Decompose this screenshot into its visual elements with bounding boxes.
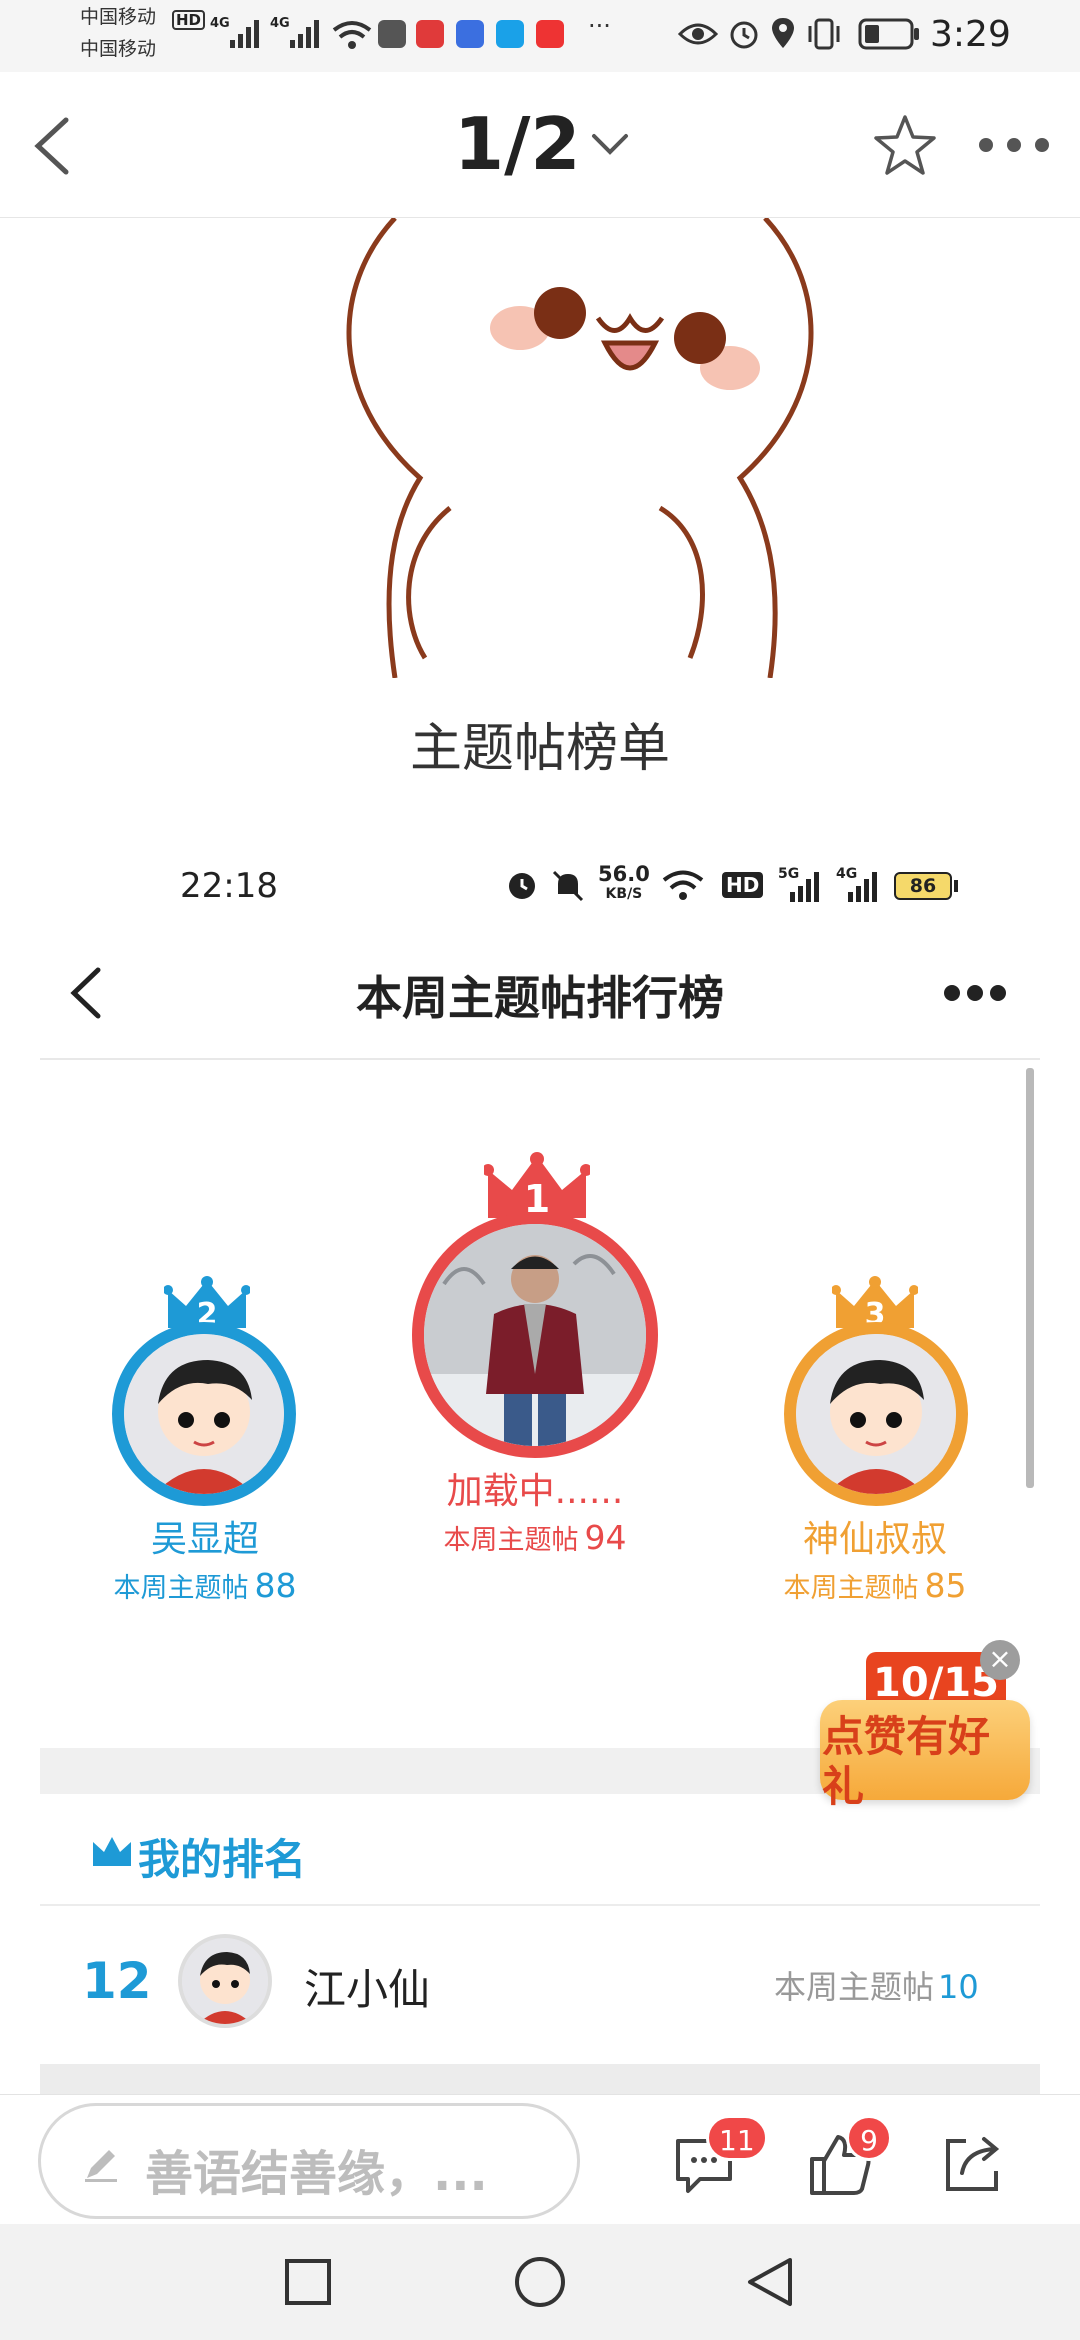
inner-signal-icon-1 xyxy=(790,872,819,902)
avatar-rank-2[interactable] xyxy=(112,1322,296,1506)
cartoon-face-illustration xyxy=(346,218,814,678)
qq-app-icon xyxy=(456,20,484,48)
my-count-label: 本周主题帖 xyxy=(774,1968,935,2006)
inner-more-icon[interactable] xyxy=(942,982,1008,1004)
viewer-app-bar: 1/2 xyxy=(0,72,1080,218)
inner-signal-icon-2 xyxy=(848,872,877,902)
my-name: 江小仙 xyxy=(304,1965,431,2014)
signal-icon-1 xyxy=(230,20,259,48)
avatar-rank-3[interactable] xyxy=(784,1322,968,1506)
inner-speed: 56.0 KB/S xyxy=(598,864,650,904)
my-avatar[interactable] xyxy=(178,1934,272,2028)
pencil-icon xyxy=(85,2150,117,2182)
photo-avatar xyxy=(424,1224,646,1446)
back-icon[interactable] xyxy=(744,2256,796,2308)
inner-speed-unit: KB/S xyxy=(605,886,643,902)
share-icon[interactable] xyxy=(940,2131,1006,2197)
leaderboard-title: 本周主题帖排行榜 xyxy=(356,971,724,1025)
rank-2-label: 本周主题帖 xyxy=(113,1573,249,1604)
sticker-image xyxy=(0,218,1080,678)
crown-icon xyxy=(93,1837,131,1866)
inner-hd-badge: HD xyxy=(722,872,764,898)
rank-2-count-value: 88 xyxy=(254,1566,297,1605)
book-app-icon xyxy=(416,20,444,48)
cartoon-boy-avatar xyxy=(182,1938,268,2024)
clock: 3:29 xyxy=(930,14,1011,55)
post-title: 主题帖榜单 xyxy=(409,719,670,779)
promo-text: 点赞有好礼 xyxy=(822,1712,991,1811)
net-label-1: 4G xyxy=(210,16,230,31)
huawei-app-icon xyxy=(378,20,406,48)
eye-icon xyxy=(678,23,718,45)
avatar-rank-1[interactable] xyxy=(412,1212,658,1458)
net-label-2: 4G xyxy=(270,16,290,31)
comment-count-badge: 11 xyxy=(706,2115,768,2161)
inner-battery: 86 xyxy=(894,872,952,900)
rank-2-count: 本周主题帖 88 xyxy=(60,1566,350,1605)
pinduoduo-app-icon xyxy=(536,20,564,48)
inner-clock: 22:18 xyxy=(180,866,278,906)
system-nav-bar xyxy=(0,2224,1080,2340)
rank-1-count: 本周主题帖 94 xyxy=(390,1518,680,1557)
comment-input[interactable]: 善语结善缘，... xyxy=(38,2103,580,2219)
promo-close-icon[interactable]: × xyxy=(980,1640,1020,1680)
rank-1-label: 本周主题帖 xyxy=(443,1525,579,1556)
inner-battery-tip xyxy=(954,880,958,892)
recents-icon[interactable] xyxy=(284,2258,332,2306)
rank-3-label: 本周主题帖 xyxy=(783,1573,919,1604)
home-icon[interactable] xyxy=(514,2256,566,2308)
hd-badge: HD xyxy=(172,10,206,30)
more-icon[interactable] xyxy=(974,132,1054,158)
promo-badge[interactable]: 10/15 点赞有好礼 × xyxy=(820,1640,1050,1811)
rank-1-count-value: 94 xyxy=(584,1518,627,1557)
phone-status-bar: 中国移动 中国移动 HD 4G 4G ··· 3:29 xyxy=(0,0,1080,72)
vibrate-icon xyxy=(808,18,840,50)
bottom-action-bar: 善语结善缘，... 11 9 xyxy=(0,2094,1080,2224)
scrollbar[interactable] xyxy=(1026,1068,1034,1488)
more-notifications-icon: ··· xyxy=(588,12,611,40)
divider xyxy=(40,1904,1040,1906)
inner-mute-icon xyxy=(552,870,584,902)
like-count-badge: 9 xyxy=(846,2115,892,2161)
rank-3-count-value: 85 xyxy=(924,1566,967,1605)
rank-3-count: 本周主题帖 85 xyxy=(730,1566,1020,1605)
cartoon-boy-avatar xyxy=(796,1334,956,1494)
page-indicator[interactable]: 1/2 xyxy=(454,104,581,184)
section-gap xyxy=(40,2064,1040,2094)
signal-icon-2 xyxy=(290,20,319,48)
inner-wifi-icon xyxy=(662,870,704,900)
carrier-1: 中国移动 xyxy=(80,6,157,28)
cartoon-boy-avatar xyxy=(124,1334,284,1494)
inner-alarm-icon xyxy=(509,873,535,899)
rank-2-name[interactable]: 吴显超 xyxy=(80,1510,330,1562)
divider xyxy=(40,1058,1040,1060)
back-arrow-icon[interactable] xyxy=(30,114,74,178)
rank-1-name[interactable]: 加载中...... xyxy=(400,1462,670,1514)
search-app-icon xyxy=(496,20,524,48)
carrier-2: 中国移动 xyxy=(80,38,157,60)
comment-placeholder: 善语结善缘，... xyxy=(145,2146,488,2202)
my-count: 本周主题帖 10 xyxy=(774,1962,979,2008)
battery-icon xyxy=(858,18,919,50)
chevron-down-icon[interactable] xyxy=(590,132,630,160)
star-icon[interactable] xyxy=(872,112,938,178)
alarm-icon xyxy=(730,21,758,49)
inner-speed-value: 56.0 xyxy=(598,862,650,886)
wifi-icon xyxy=(332,21,372,49)
location-icon xyxy=(772,18,794,48)
my-count-value: 10 xyxy=(938,1968,979,2006)
my-rank-number: 12 xyxy=(82,1952,152,2010)
my-rank-title: 我的排名 xyxy=(138,1835,307,1884)
rank-3-name[interactable]: 神仙叔叔 xyxy=(750,1510,1000,1562)
